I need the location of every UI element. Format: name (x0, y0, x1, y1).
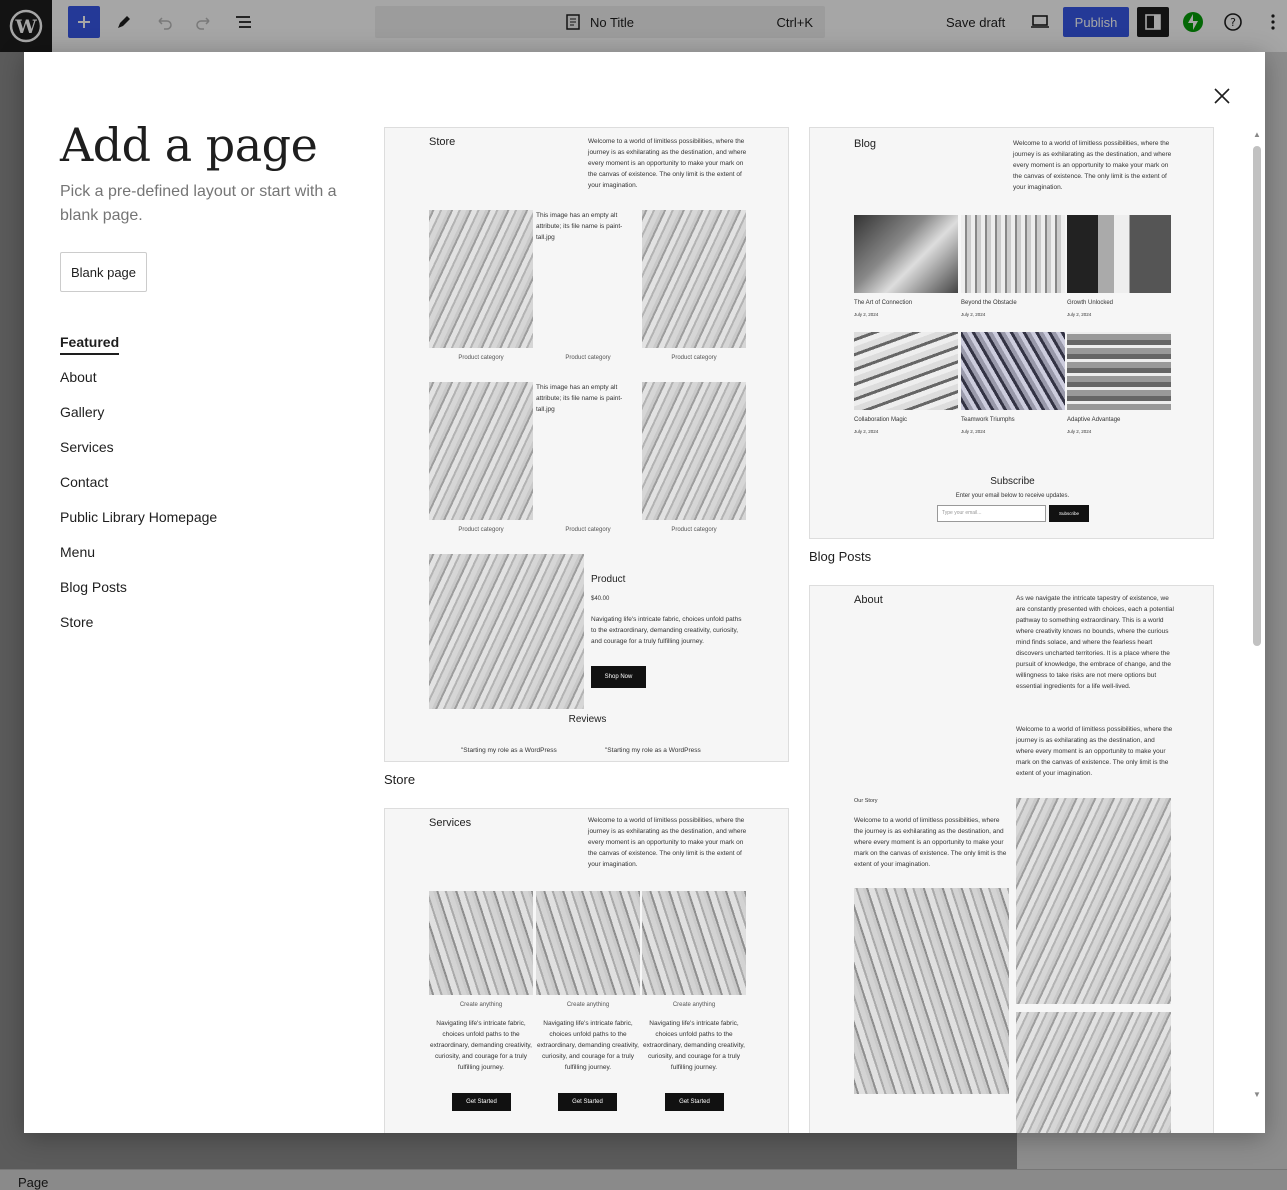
review-snippet: "Starting my role as a WordPress (605, 747, 701, 754)
service-image (429, 891, 533, 995)
service-caption: Create anything (566, 1002, 610, 1008)
service-description: Navigating life's intricate fabric, choi… (642, 1020, 745, 1071)
broken-image-alt: This image has an empty alt attribute; i… (536, 212, 623, 241)
category-gallery[interactable]: Gallery (60, 404, 217, 439)
modal-description: Pick a pre-defined layout or start with … (60, 183, 337, 224)
featured-product-image (429, 554, 584, 709)
product-category-label: Product category (458, 527, 504, 533)
pattern-preview-blog-posts[interactable]: Blog Welcome to a world of limitless pos… (809, 127, 1214, 539)
get-started-button: Get Started (558, 1093, 617, 1111)
close-icon[interactable] (1210, 84, 1234, 108)
post-image (1067, 332, 1171, 410)
post-title: Beyond the Obstacle (961, 300, 1017, 306)
post-date: July 2, 2024 (1067, 429, 1092, 434)
pattern-preview-store[interactable]: Store Welcome to a world of limitless po… (384, 127, 789, 762)
reviews-heading: Reviews (568, 714, 607, 725)
modal-scrollbar[interactable]: ▲ ▼ (1253, 130, 1261, 1100)
service-image (536, 891, 640, 995)
service-description: Navigating life's intricate fabric, choi… (429, 1020, 532, 1071)
category-menu[interactable]: Menu (60, 544, 217, 579)
pattern-preview-services[interactable]: Services Welcome to a world of limitless… (384, 808, 789, 1133)
preview-heading: About (854, 594, 883, 606)
category-featured[interactable]: Featured (60, 334, 217, 369)
category-list: Featured About Gallery Services Contact … (60, 334, 217, 649)
preview-heading: Services (429, 817, 472, 829)
email-input-preview: Type your email... (937, 505, 1046, 522)
about-intro: Welcome to a world of limitless possibil… (1016, 726, 1173, 777)
our-story-text: Welcome to a world of limitless possibil… (854, 817, 1007, 868)
shop-now-button: Shop Now (591, 666, 646, 688)
product-category-label: Product category (671, 355, 717, 361)
post-title: Adaptive Advantage (1067, 417, 1121, 423)
category-blog-posts[interactable]: Blog Posts (60, 579, 217, 614)
scroll-down-icon[interactable]: ▼ (1253, 1090, 1261, 1099)
preview-heading: Blog (854, 138, 877, 150)
pattern-label-store: Store (384, 772, 416, 787)
subscribe-description: Enter your email below to receive update… (955, 493, 1070, 499)
product-image (429, 382, 533, 520)
post-title: The Art of Connection (854, 300, 913, 306)
subscribe-heading: Subscribe (990, 476, 1035, 487)
scroll-up-icon[interactable]: ▲ (1253, 130, 1261, 139)
broken-image-alt: This image has an empty alt attribute; i… (536, 384, 623, 413)
service-image (642, 891, 746, 995)
get-started-button: Get Started (452, 1093, 511, 1111)
post-date: July 2, 2024 (961, 312, 986, 317)
post-date: July 2, 2024 (961, 429, 986, 434)
about-image (1016, 798, 1171, 1004)
about-image (1016, 1012, 1171, 1133)
scroll-thumb[interactable] (1253, 146, 1261, 646)
post-title: Collaboration Magic (854, 417, 908, 423)
post-date: July 2, 2024 (854, 429, 879, 434)
category-public-library-homepage[interactable]: Public Library Homepage (60, 509, 217, 544)
pattern-preview-about[interactable]: About As we navigate the intricate tapes… (809, 585, 1214, 1133)
post-image (961, 215, 1065, 293)
category-store[interactable]: Store (60, 614, 217, 649)
review-snippet: "Starting my role as a WordPress (461, 747, 557, 754)
category-about[interactable]: About (60, 369, 217, 404)
product-category-label: Product category (565, 355, 611, 361)
modal-title: Add a page (60, 118, 318, 172)
product-category-label: Product category (565, 527, 611, 533)
post-image (1067, 215, 1171, 293)
about-image (854, 888, 1009, 1094)
post-date: July 2, 2024 (854, 312, 879, 317)
product-category-label: Product category (671, 527, 717, 533)
pattern-label-blog-posts: Blog Posts (809, 549, 872, 564)
service-description: Navigating life's intricate fabric, choi… (536, 1020, 639, 1071)
our-story-label: Our Story (854, 798, 878, 804)
service-caption: Create anything (672, 1002, 716, 1008)
post-image (961, 332, 1065, 410)
product-price: $40.00 (591, 596, 610, 602)
get-started-button: Get Started (665, 1093, 724, 1111)
post-image (854, 332, 958, 410)
preview-intro: Welcome to a world of limitless possibil… (588, 138, 747, 189)
blank-page-button[interactable]: Blank page (60, 252, 147, 292)
add-page-modal: Add a page Pick a pre-defined layout or … (24, 52, 1265, 1133)
preview-intro: Welcome to a world of limitless possibil… (1013, 140, 1172, 191)
post-title: Growth Unlocked (1067, 300, 1114, 306)
product-description: Navigating life's intricate fabric, choi… (591, 616, 742, 645)
about-intro: As we navigate the intricate tapestry of… (1016, 595, 1174, 690)
category-services[interactable]: Services (60, 439, 217, 474)
post-date: July 2, 2024 (1067, 312, 1092, 317)
product-title: Product (591, 574, 626, 585)
service-caption: Create anything (459, 1002, 503, 1008)
subscribe-button: Subscribe (1049, 505, 1089, 522)
post-image (854, 215, 958, 293)
preview-intro: Welcome to a world of limitless possibil… (588, 817, 747, 868)
preview-heading: Store (429, 136, 456, 148)
product-image (642, 382, 746, 520)
post-title: Teamwork Triumphs (961, 417, 1015, 423)
product-image (429, 210, 533, 348)
product-image (642, 210, 746, 348)
category-contact[interactable]: Contact (60, 474, 217, 509)
product-category-label: Product category (458, 355, 504, 361)
